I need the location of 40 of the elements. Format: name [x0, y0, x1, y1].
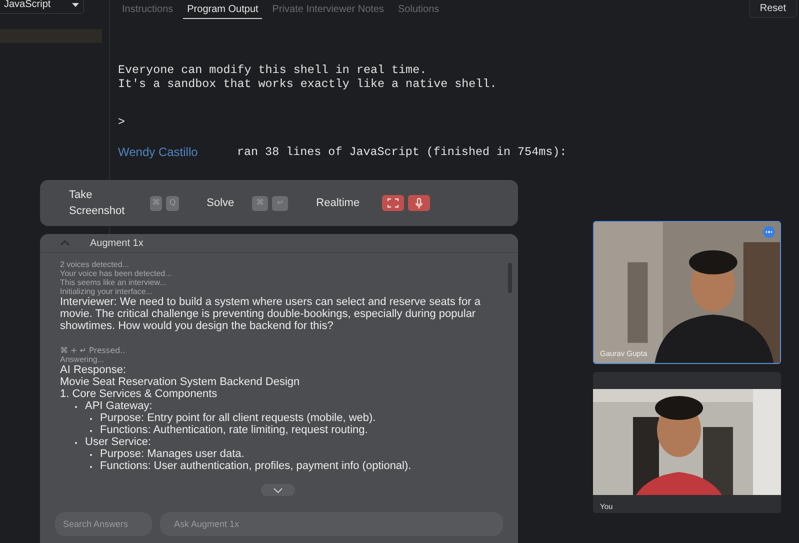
shell-prompt: >: [118, 115, 126, 129]
scroll-down-button[interactable]: [261, 484, 295, 496]
panel-title: Augment 1x: [90, 236, 144, 250]
action-label: Realtime: [316, 196, 360, 211]
screen-capture-button[interactable]: [382, 195, 404, 211]
response-line: Functions: Authentication, rate limiting, request routing.: [100, 424, 368, 436]
ask-field[interactable]: Ask Augment 1x: [160, 512, 503, 536]
microphone-icon: [414, 198, 423, 208]
response-line: Purpose: Manages user data.: [100, 448, 244, 460]
tab[interactable]: Program Output: [183, 0, 262, 19]
message-text: Interviewer: We need to build a system where users can select and reserve seats for a movie. The critical challenge is preventing double-bookings, especially during popular showtimes. How would you design the backend for this?: [60, 296, 482, 332]
key-cap: ⌘: [150, 196, 162, 210]
status-line: This seems like an interview...: [60, 278, 166, 287]
status-line: Initializing your interface...: [60, 287, 152, 296]
key-cap: ⌘: [252, 196, 268, 210]
response-line: User Service:: [85, 436, 152, 448]
status-line: ⌘ + ↵ Pressed..: [60, 346, 126, 355]
status-line: 2 voices detected...: [60, 260, 129, 269]
response-line: API Gateway:: [85, 400, 152, 412]
shell-line: It's a sandbox that works exactly like a native shell.: [118, 77, 498, 91]
message-text: Movie Seat Reservation System Backend Design: [60, 376, 301, 388]
response-line: Purpose: Entry point for all client requests (mobile, web).: [100, 412, 376, 424]
frame-icon: [386, 198, 399, 208]
response-line: Functions: User authentication, profiles, payment info (optional).: [100, 460, 412, 472]
response-line: 1. Core Services & Components: [60, 388, 218, 400]
microphone-button[interactable]: [408, 195, 430, 211]
run-summary: ran 38 lines of JavaScript (finished in 754ms):: [237, 145, 567, 159]
key-cap: ↵: [272, 196, 288, 210]
status-line: Answering...: [60, 355, 104, 364]
search-field[interactable]: Search Answers: [55, 512, 152, 536]
action-label: Take Screenshot: [69, 188, 126, 219]
user-name: Wendy Castillo: [118, 145, 199, 159]
reset-button[interactable]: Reset: [748, 0, 797, 18]
caret-icon: [72, 2, 79, 6]
language-dropdown[interactable]: JavaScript: [0, 0, 84, 14]
action-label: Solve: [206, 196, 234, 211]
message-text: AI Response:: [60, 364, 128, 376]
chevron-down-icon: [273, 488, 283, 492]
shell-line: Everyone can modify this shell in real time.: [118, 63, 428, 77]
status-line: Your voice has been detected...: [60, 269, 172, 278]
